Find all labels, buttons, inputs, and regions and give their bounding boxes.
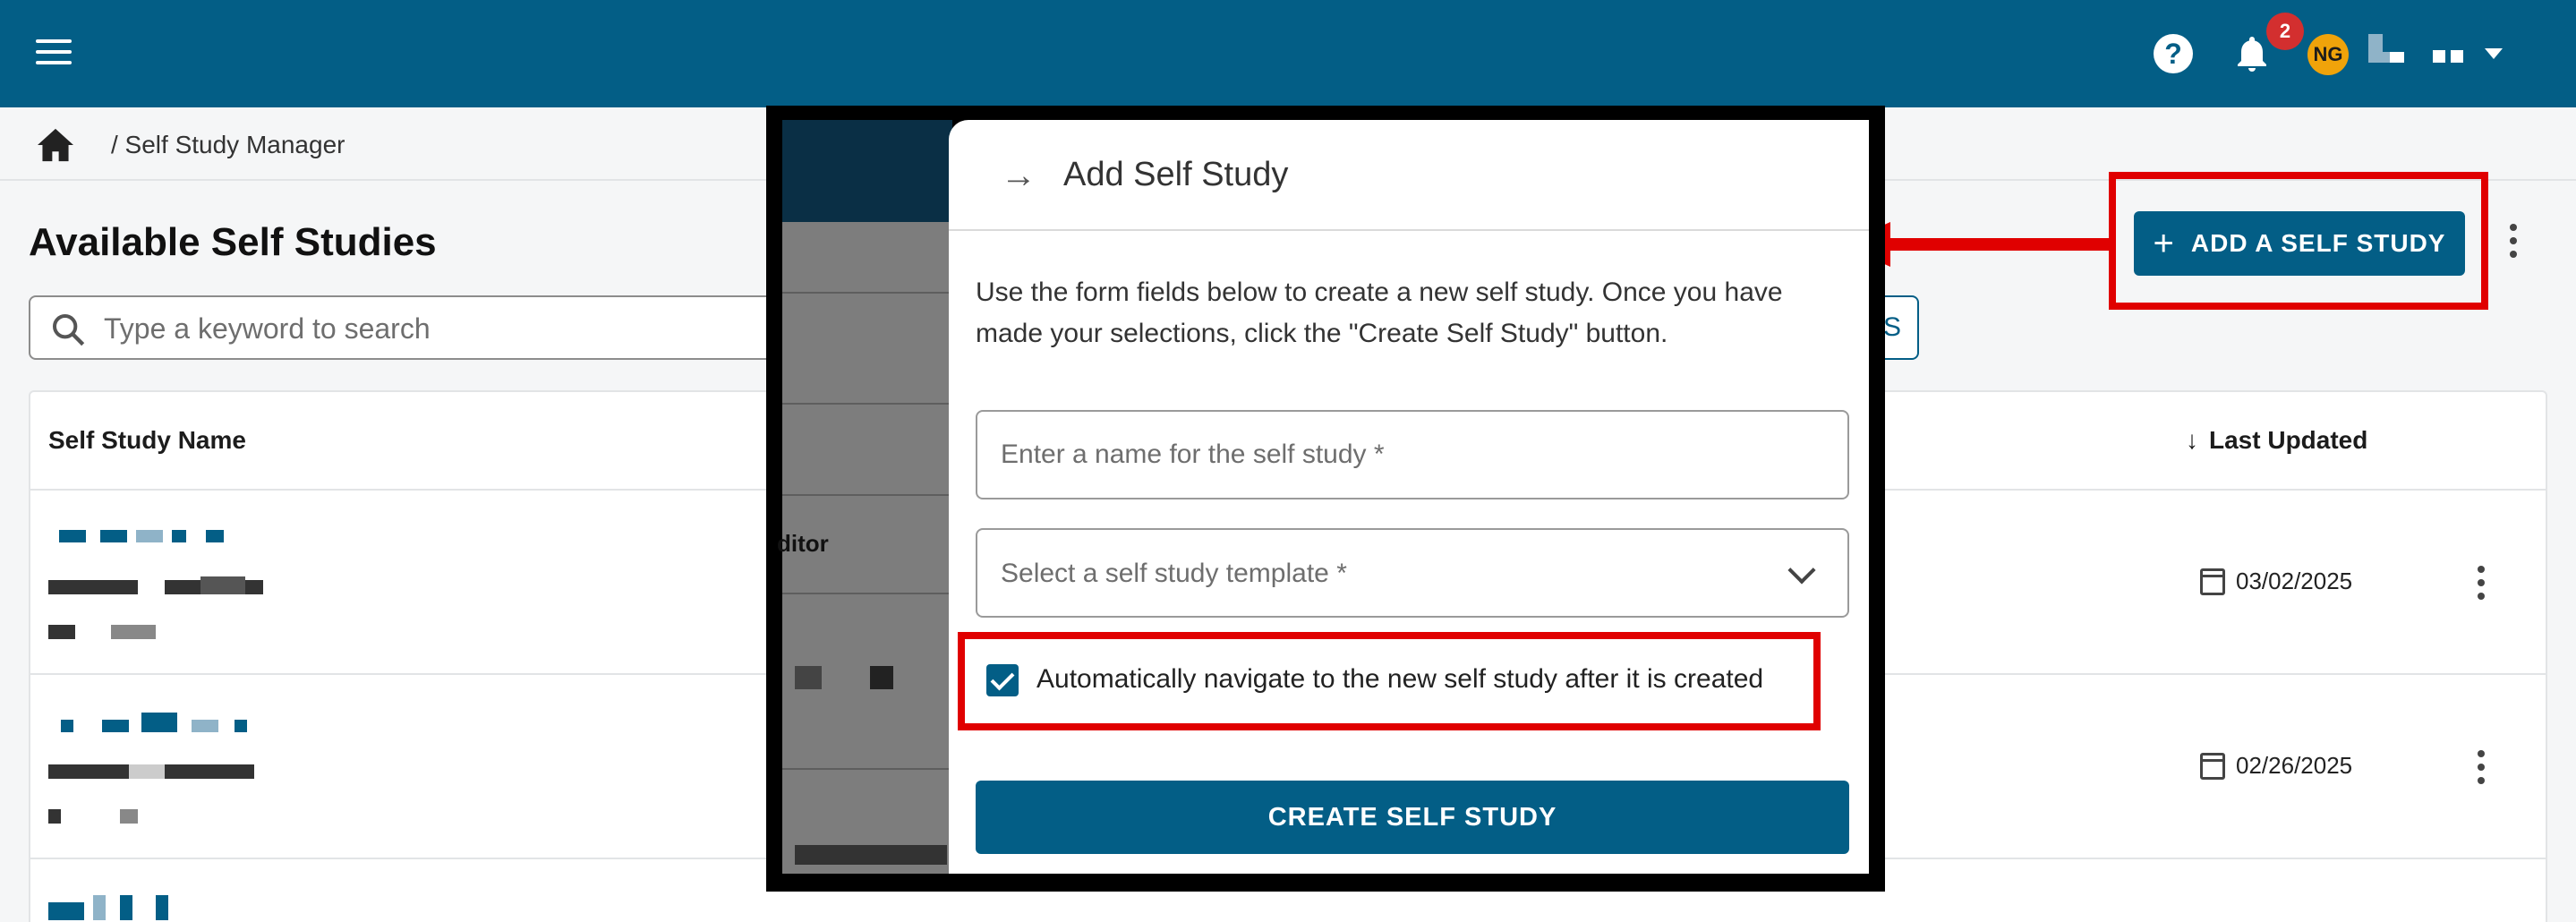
last-updated-cell: 02/26/2025 [2200,752,2352,780]
drawer-header: → Add Self Study [949,120,1869,231]
self-study-name-input[interactable] [1001,435,1824,474]
arrow-down-icon: ↓ [2186,426,2198,454]
create-self-study-button[interactable]: CREATE SELF STUDY [976,781,1849,854]
annotation-arrow-shaft [1889,238,2112,251]
column-header-last-updated[interactable]: ↓ Last Updated [2186,426,2367,455]
caret-down-icon[interactable] [2485,48,2503,59]
help-icon[interactable]: ? [2154,34,2193,73]
plus-icon: + [2153,224,2175,263]
calendar-icon [2200,568,2225,595]
menu-icon[interactable] [36,39,72,68]
add-self-study-button[interactable]: + ADD A SELF STUDY [2134,211,2465,276]
auto-navigate-label[interactable]: Automatically navigate to the new self s… [1036,664,1763,695]
backdrop-divider [782,292,952,294]
highlight-box-auto-navigate: Automatically navigate to the new self s… [958,632,1821,730]
drawer-title: Add Self Study [1063,156,1289,193]
more-vert-icon[interactable] [2470,566,2492,605]
backdrop-divider [782,494,952,496]
drawer-backdrop-header [782,120,952,222]
column-header-last-updated-label: Last Updated [2209,426,2368,454]
notification-badge: 2 [2266,13,2304,50]
backdrop-divider [782,403,952,405]
last-updated-date: 03/02/2025 [2236,568,2353,594]
add-self-study-drawer: → Add Self Study Use the form fields bel… [949,120,1869,874]
template-select-placeholder: Select a self study template * [1001,559,1347,588]
last-updated-date: 02/26/2025 [2236,752,2353,779]
breadcrumb-current: / Self Study Manager [111,131,345,158]
self-study-template-select[interactable]: Select a self study template * [976,528,1849,618]
top-app-bar: ? 2 NG [0,0,2576,107]
backdrop-redacted [795,666,822,689]
drawer-description: Use the form fields below to create a ne… [976,277,1783,348]
arrow-right-icon[interactable]: → [1001,156,1036,196]
search-icon [53,314,85,346]
more-vert-icon[interactable] [2503,224,2524,263]
more-vert-icon[interactable] [2470,750,2492,790]
chevron-down-icon [1787,556,1816,585]
self-study-name-field[interactable] [976,410,1849,499]
backdrop-divider [782,593,952,594]
backdrop-redacted [870,666,893,689]
home-icon[interactable] [36,127,75,163]
page-title: Available Self Studies [29,220,437,264]
backdrop-divider [782,768,952,770]
backdrop-redacted [795,845,947,865]
avatar[interactable]: NG [2307,34,2349,75]
column-header-name[interactable]: Self Study Name [48,426,246,455]
add-self-study-label: ADD A SELF STUDY [2190,229,2446,257]
checkbox-checked-icon[interactable] [986,664,1019,696]
last-updated-cell: 03/02/2025 [2200,568,2352,595]
calendar-icon [2200,752,2225,780]
backdrop-column-text: ditor [777,530,829,557]
